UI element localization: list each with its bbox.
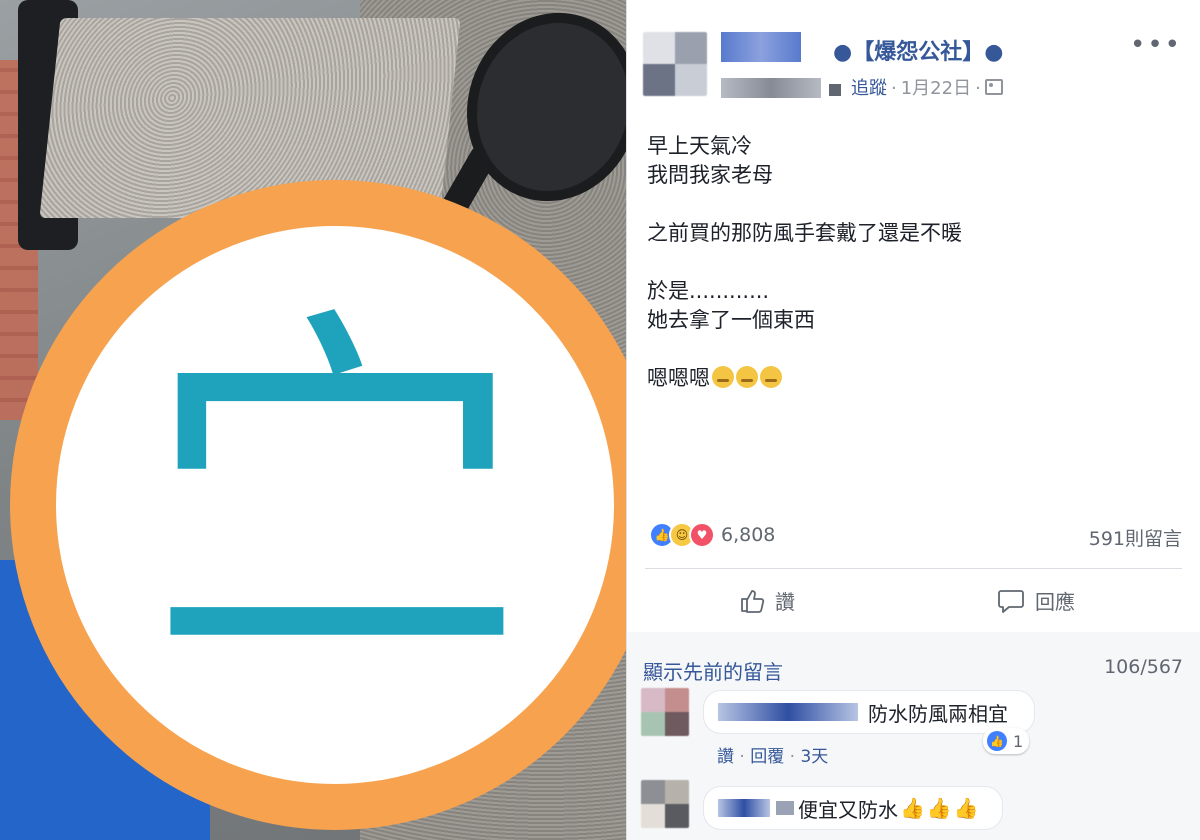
comment-text: 便宜又防水: [798, 797, 898, 822]
comment-button[interactable]: 回應: [997, 586, 1075, 615]
show-previous-comments-link[interactable]: 顯示先前的留言: [643, 656, 783, 685]
comment-bubble-icon: [997, 588, 1025, 614]
comment-action-separator: ·: [739, 747, 751, 767]
comment-actions: 讚 · 回覆 · 3天: [717, 742, 828, 767]
thumbs-up-emoji-icon: 👍: [953, 796, 979, 820]
love-reaction-icon: ♥: [689, 522, 715, 548]
group-name-link[interactable]: ●【爆怨公社】●: [833, 34, 1003, 66]
comment-count-link[interactable]: 591則留言: [1089, 524, 1182, 551]
post-line-gap: [647, 335, 1177, 364]
author-subtitle-blurred: [721, 78, 821, 98]
thinking-face-icon: [736, 366, 758, 388]
comment-like-number: 1: [1013, 731, 1024, 751]
author-name-blurred[interactable]: [721, 32, 801, 62]
comment-page-count: 106/567: [1104, 656, 1183, 678]
commenter-avatar[interactable]: [641, 780, 689, 828]
post-line: 於是............: [647, 279, 770, 303]
comment-bubble: 便宜又防水 👍 👍 👍: [703, 786, 1003, 830]
comments-section: 顯示先前的留言 106/567 防水防風兩相宜 👍 1 讚 · 回覆 · 3天 …: [627, 632, 1200, 840]
meta-separator: ·: [891, 78, 897, 99]
thinking-face-icon: [712, 366, 734, 388]
thumbs-up-emoji-icon: 👍: [900, 796, 925, 820]
reactions-summary[interactable]: 👍 ☺ ♥ 6,808: [649, 522, 775, 548]
post-line-last: 嗯嗯嗯: [647, 364, 1177, 393]
comment-reply-link[interactable]: 回覆: [750, 747, 784, 767]
reaction-count[interactable]: 6,808: [721, 524, 775, 546]
like-reaction-icon: 👍: [987, 731, 1007, 751]
post-photo[interactable]: 㝉: [0, 0, 626, 840]
censor-badge-char: 㝉: [145, 278, 525, 721]
thumbs-up-icon: [739, 588, 765, 614]
comment-action-separator: ·: [789, 747, 801, 767]
follow-link[interactable]: 追蹤: [851, 78, 887, 99]
post-line: 我問我家老母: [647, 163, 773, 187]
post-body: 早上天氣冷 我問我家老母 之前買的那防風手套戴了還是不暖 於是.........…: [647, 132, 1177, 393]
commenter-name-blurred[interactable]: [718, 703, 858, 721]
author-avatar[interactable]: [643, 32, 707, 96]
post-line: 之前買的那防風手套戴了還是不暖: [647, 221, 962, 245]
thinking-face-icon: [760, 366, 782, 388]
divider: [645, 568, 1182, 569]
comment-text: 防水防風兩相宜: [868, 701, 1008, 726]
more-options-icon[interactable]: •••: [1130, 30, 1182, 60]
commenter-name-blurred[interactable]: [718, 799, 770, 817]
post-line-gap: [647, 190, 1177, 219]
post-line: 她去拿了一個東西: [647, 308, 815, 332]
thumbs-up-emoji-icon: 👍: [926, 796, 952, 820]
comment-like-link[interactable]: 讚: [717, 747, 734, 767]
like-button[interactable]: 讚: [739, 586, 795, 615]
audience-icon[interactable]: [984, 79, 1003, 95]
commenter-avatar[interactable]: [641, 688, 689, 736]
comment-bubble: 防水防風兩相宜: [703, 690, 1035, 734]
post-line-text: 嗯嗯嗯: [647, 366, 710, 390]
censor-badge: 㝉: [10, 180, 626, 830]
comment-button-label: 回應: [1035, 590, 1075, 614]
post-line: 早上天氣冷: [647, 134, 752, 158]
commenter-name-blurred-2: [776, 801, 794, 815]
post-panel: ●【爆怨公社】● ••• 追蹤 · 1月22日 · 早上天氣冷 我問我家老母 之前買的…: [626, 0, 1200, 840]
author-subtitle-blurred-2: [829, 84, 841, 96]
meta-separator: ·: [975, 78, 981, 99]
comment-time[interactable]: 3天: [800, 747, 828, 767]
comment-like-count[interactable]: 👍 1: [983, 728, 1030, 754]
post-meta: 追蹤 · 1月22日 ·: [851, 74, 1003, 100]
post-line-gap: [647, 248, 1177, 277]
post-date[interactable]: 1月22日: [901, 78, 971, 99]
like-button-label: 讚: [775, 590, 795, 614]
